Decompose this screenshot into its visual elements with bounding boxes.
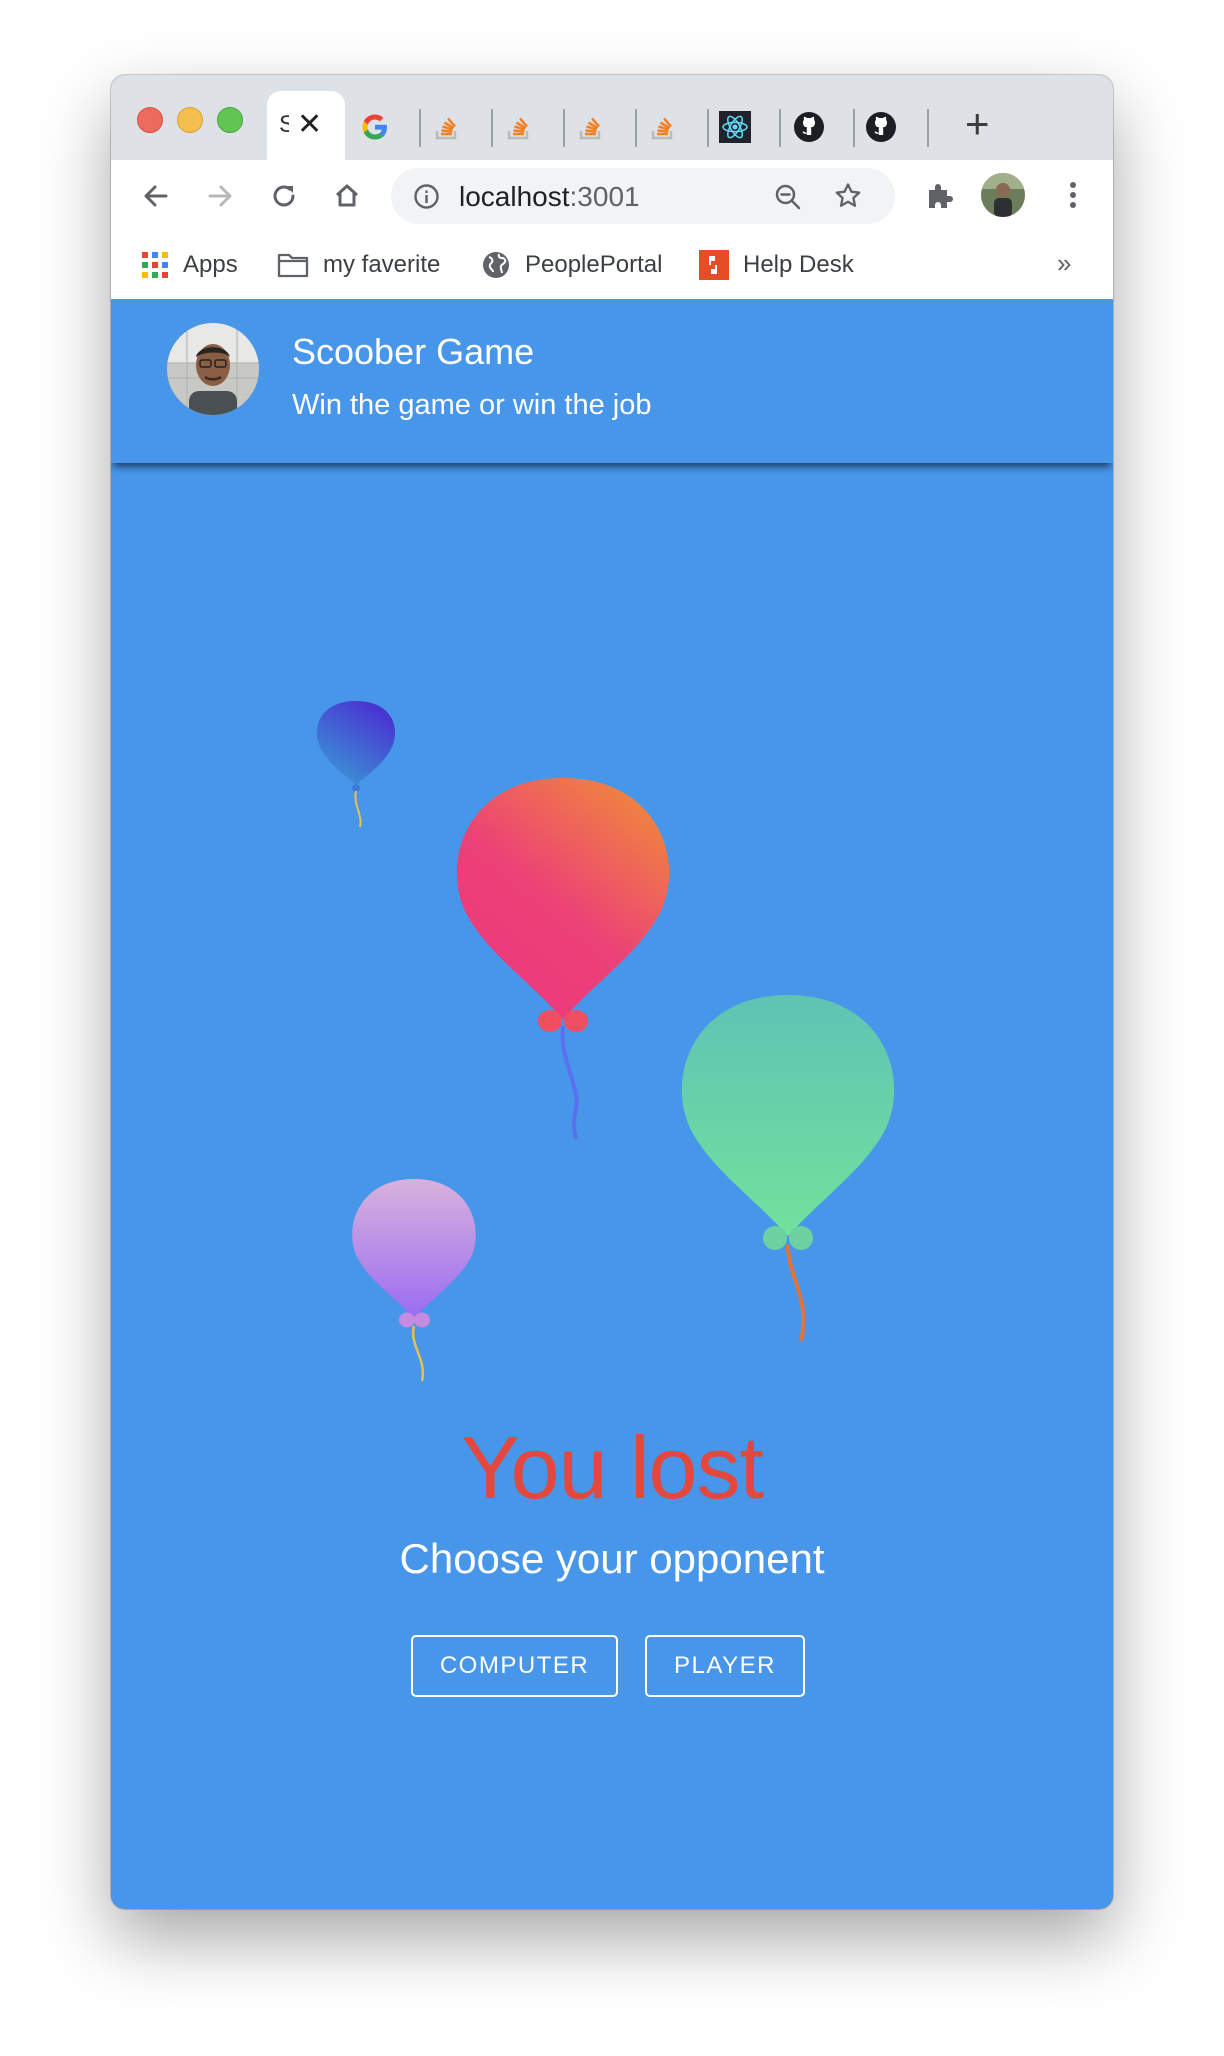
bookmark-label: Help Desk (743, 251, 854, 278)
extensions-icon[interactable] (923, 178, 957, 212)
bookmark-folder-my-faverite[interactable]: my faverite (277, 247, 440, 283)
folder-icon (277, 253, 309, 278)
tab-separator (853, 109, 855, 147)
zoom-out-icon[interactable] (773, 182, 803, 212)
stackoverflow-icon[interactable] (575, 111, 607, 143)
balloon-purple (352, 1179, 476, 1382)
stackoverflow-icon[interactable] (503, 111, 535, 143)
tab-separator (635, 109, 637, 147)
tab-strip: S ✕ + (111, 75, 1113, 160)
react-icon[interactable] (719, 111, 751, 143)
more-bookmarks-button[interactable]: » (1057, 248, 1071, 279)
forward-icon[interactable] (202, 178, 238, 214)
home-icon[interactable] (329, 178, 365, 214)
profile-avatar[interactable] (981, 173, 1025, 217)
url-port: :3001 (569, 181, 640, 212)
tab-title: S (279, 111, 289, 138)
bookmark-label: my faverite (323, 251, 441, 278)
balloon-blue (316, 701, 396, 828)
close-icon[interactable]: ✕ (297, 110, 322, 140)
reload-icon[interactable] (266, 178, 302, 214)
new-tab-button[interactable]: + (965, 103, 990, 145)
balloon-red (456, 778, 670, 1140)
bookmark-label: Apps (183, 251, 238, 278)
tab-separator (419, 109, 421, 147)
kebab-menu-icon[interactable] (1067, 178, 1079, 212)
address-bar[interactable]: localhost:3001 (391, 168, 895, 224)
bookmark-help-desk[interactable]: Help Desk (699, 247, 854, 283)
apps-grid-icon (142, 252, 168, 278)
window-close-button[interactable] (137, 107, 163, 133)
browser-window: S ✕ + localhost:3001 Apps my faverite Pe… (111, 75, 1113, 1909)
stackoverflow-icon[interactable] (431, 111, 463, 143)
tab-separator (779, 109, 781, 147)
bookmark-apps[interactable]: Apps (141, 247, 238, 283)
choose-opponent-prompt: Choose your opponent (399, 1535, 825, 1582)
tab-separator (563, 109, 565, 147)
bookmarks-bar: Apps my faverite PeoplePortal Help Desk … (111, 232, 1113, 300)
github-icon[interactable] (793, 111, 825, 143)
tab-separator (491, 109, 493, 147)
tab-separator (707, 109, 709, 147)
computer-opponent-button[interactable]: COMPUTER (411, 1635, 618, 1697)
globe-icon (483, 252, 509, 278)
url-text: localhost:3001 (459, 181, 640, 213)
github-icon[interactable] (865, 111, 897, 143)
star-icon[interactable] (833, 181, 863, 211)
helpdesk-icon (699, 250, 729, 280)
back-icon[interactable] (138, 178, 174, 214)
window-maximize-button[interactable] (217, 107, 243, 133)
player-opponent-button[interactable]: PLAYER (645, 1635, 805, 1697)
stackoverflow-icon[interactable] (647, 111, 679, 143)
google-icon[interactable] (359, 111, 391, 143)
tab-active[interactable]: S ✕ (267, 91, 345, 160)
balloon-green (681, 995, 895, 1342)
page-content: Scoober Game Win the game or win the job (111, 299, 1113, 1909)
bookmark-peopleportal[interactable]: PeoplePortal (481, 247, 662, 283)
info-icon[interactable] (413, 183, 440, 210)
tab-separator (927, 109, 929, 147)
url-host: localhost (459, 181, 570, 212)
window-minimize-button[interactable] (177, 107, 203, 133)
bookmark-label: PeoplePortal (525, 251, 663, 278)
browser-toolbar: localhost:3001 (111, 160, 1113, 232)
result-text: You lost (461, 1418, 764, 1517)
